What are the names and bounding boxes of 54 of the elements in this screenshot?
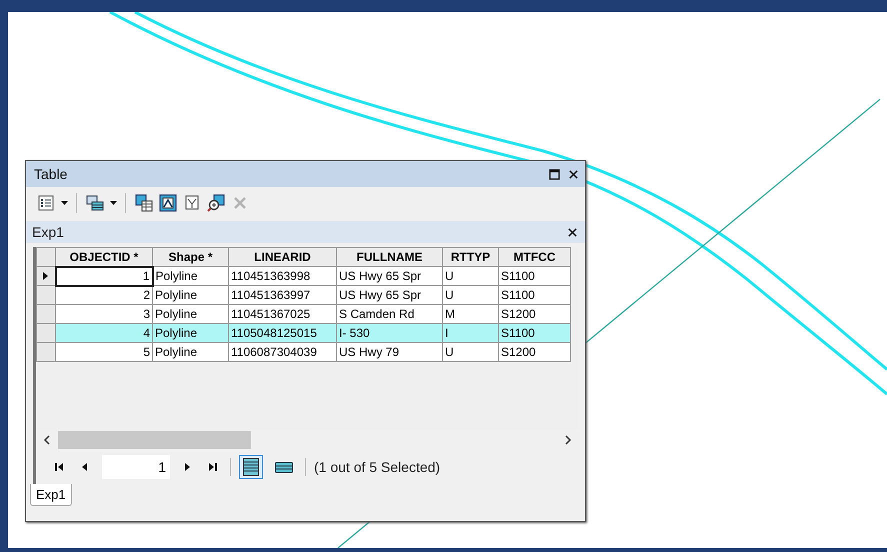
row-selector[interactable] [36, 266, 56, 286]
table-cell: US Hwy 65 Spr [336, 266, 442, 286]
table-cell: 1 [56, 266, 152, 286]
table-cell: 1105048125015 [228, 324, 336, 342]
switch-selection-icon[interactable] [158, 193, 178, 213]
close-icon[interactable] [567, 226, 578, 238]
current-row-icon [43, 272, 48, 280]
table-cell: S Camden Rd [336, 304, 442, 324]
table-cell: Polyline [152, 286, 228, 304]
table-cell: S1100 [498, 324, 570, 342]
column-header[interactable]: OBJECTID * [56, 248, 152, 266]
table-cell: US Hwy 65 Spr [336, 286, 442, 304]
caret-icon[interactable] [61, 201, 68, 205]
related-tables-icon[interactable] [85, 193, 105, 213]
table-cell: U [442, 342, 498, 362]
table-cell: 3 [56, 304, 152, 324]
table-cell: U [442, 266, 498, 286]
column-header[interactable]: MTFCC [498, 248, 570, 266]
table-cell: S1100 [498, 286, 570, 304]
select-by-attributes-icon[interactable] [134, 193, 154, 213]
table-cell: U [442, 286, 498, 304]
table-cell: Polyline [152, 266, 228, 286]
table-cell: 5 [56, 342, 152, 362]
maximize-icon[interactable] [549, 168, 560, 180]
scroll-thumb[interactable] [58, 431, 251, 449]
table-cell: Polyline [152, 324, 228, 342]
zoom-to-selected-icon[interactable] [206, 193, 226, 213]
record-field[interactable]: 1 [102, 455, 170, 479]
table-cell: Polyline [152, 304, 228, 324]
column-header[interactable]: RTTYP [442, 248, 498, 266]
table-cell: 110451367025 [228, 304, 336, 324]
table-cell: 110451363997 [228, 286, 336, 304]
selection-status: (1 out of 5 Selected) [314, 459, 440, 475]
table-cell: M [442, 304, 498, 324]
table-cell: I [442, 324, 498, 342]
table-cell: Polyline [152, 342, 228, 362]
column-header[interactable]: FULLNAME [336, 248, 442, 266]
table-cell: US Hwy 79 [336, 342, 442, 362]
table-cell: S1200 [498, 342, 570, 362]
table-cell: S1200 [498, 304, 570, 324]
show-all-records-icon[interactable] [239, 455, 263, 479]
caret-icon[interactable] [110, 201, 117, 205]
table-name: Exp1 [32, 224, 64, 240]
window-title: Table [34, 166, 68, 182]
column-header[interactable]: LINEARID [228, 248, 336, 266]
options-icon[interactable] [36, 193, 56, 213]
table-tab[interactable]: Exp1 [30, 484, 72, 506]
close-icon[interactable] [568, 168, 579, 180]
table-cell: 4 [56, 324, 152, 342]
column-header[interactable]: Shape * [152, 248, 228, 266]
table-cell: 110451363998 [228, 266, 336, 286]
table-cell: I- 530 [336, 324, 442, 342]
table-cell: 1106087304039 [228, 342, 336, 362]
table-cell: S1100 [498, 266, 570, 286]
